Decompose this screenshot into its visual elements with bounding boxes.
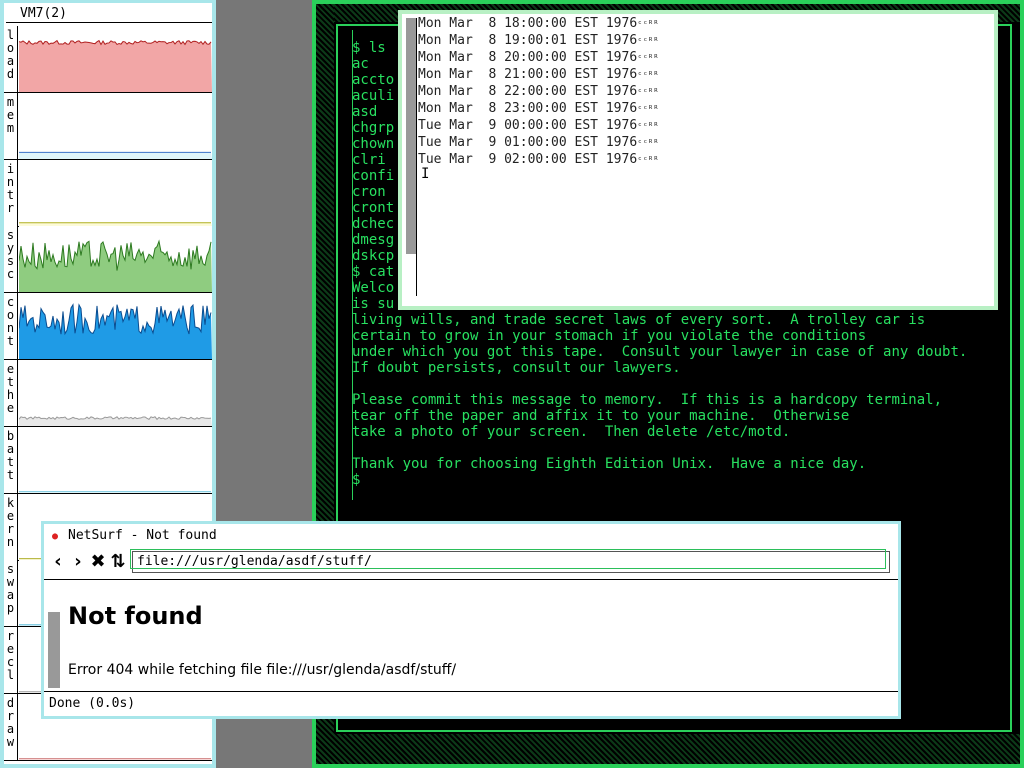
- carriage-return-glyph: ᶜᶜᴿᴿ: [637, 139, 659, 149]
- date-scrollbar[interactable]: [406, 18, 417, 296]
- carriage-return-glyph: ᶜᶜᴿᴿ: [637, 37, 659, 47]
- carriage-return-glyph: ᶜᶜᴿᴿ: [637, 105, 659, 115]
- stat-row-cont: cont: [4, 293, 212, 361]
- text-cursor-icon: I: [421, 166, 430, 182]
- carriage-return-glyph: ᶜᶜᴿᴿ: [637, 20, 659, 30]
- netsurf-title: NetSurf - Not found: [68, 528, 217, 543]
- terminal-line: under which you got this tape. Consult y…: [352, 344, 968, 360]
- date-line: Mon Mar 8 23:00:00 EST 1976ᶜᶜᴿᴿ: [418, 101, 659, 116]
- page-scroll-thumb[interactable]: [48, 612, 60, 688]
- date-line: Mon Mar 8 19:00:01 EST 1976ᶜᶜᴿᴿ: [418, 33, 659, 48]
- netsurf-titlebar[interactable]: ● NetSurf - Not found: [46, 526, 896, 546]
- date-line: Mon Mar 8 22:00:00 EST 1976ᶜᶜᴿᴿ: [418, 84, 659, 99]
- date-line: Mon Mar 8 20:00:00 EST 1976ᶜᶜᴿᴿ: [418, 50, 659, 65]
- stat-area: [19, 304, 212, 360]
- stat-label: ethe: [4, 360, 18, 426]
- date-line: Tue Mar 9 00:00:00 EST 1976ᶜᶜᴿᴿ: [418, 118, 659, 133]
- carriage-return-glyph: ᶜᶜᴿᴿ: [637, 71, 659, 81]
- stat-sparkline: [19, 221, 212, 226]
- page-content[interactable]: Not found Error 404 while fetching file …: [44, 580, 898, 690]
- terminal-line: Please commit this message to memory. If…: [352, 392, 943, 408]
- stat-label: cont: [4, 293, 18, 360]
- stat-graph: [19, 293, 212, 360]
- date-line: Mon Mar 8 18:00:00 EST 1976ᶜᶜᴿᴿ: [418, 16, 659, 31]
- terminal-border-bottom: [316, 734, 1020, 764]
- date-window[interactable]: Mon Mar 8 18:00:00 EST 1976ᶜᶜᴿᴿ Mon Mar 8…: [398, 10, 998, 310]
- carriage-return-glyph: ᶜᶜᴿᴿ: [637, 122, 659, 132]
- netsurf-window[interactable]: ● NetSurf - Not found ‹ › ✖ ⇅ file:///usr/gl…: [41, 521, 901, 719]
- carriage-return-glyph: ᶜᶜᴿᴿ: [637, 54, 659, 64]
- stat-label: batt: [4, 426, 18, 493]
- stat-area: [19, 152, 212, 159]
- date-scroll-thumb[interactable]: [406, 18, 416, 254]
- terminal-line: living wills, and trade secret laws of e…: [352, 312, 926, 328]
- date-line: Mon Mar 8 21:00:00 EST 1976ᶜᶜᴿᴿ: [418, 67, 659, 82]
- error-message: Error 404 while fetching file file:///us…: [68, 662, 457, 678]
- date-line: Tue Mar 9 02:00:00 EST 1976ᶜᶜᴿᴿ: [418, 152, 659, 167]
- stat-label: recl: [4, 627, 18, 694]
- stat-label: kern: [4, 493, 18, 560]
- terminal-line: $: [352, 472, 361, 488]
- terminal-line: Thank you for choosing Eighth Edition Un…: [352, 456, 867, 472]
- stat-label: mem: [4, 92, 18, 159]
- carriage-return-glyph: ᶜᶜᴿᴿ: [637, 156, 659, 166]
- url-input[interactable]: file:///usr/glenda/asdf/stuff/: [130, 549, 890, 573]
- stat-sparkline: [19, 239, 212, 293]
- date-output: Mon Mar 8 18:00:00 EST 1976ᶜᶜᴿᴿ Mon Mar 8…: [418, 16, 659, 169]
- stat-label: sysc: [4, 226, 18, 293]
- terminal-line: tear off the paper and affix it to your …: [352, 408, 850, 424]
- back-icon[interactable]: ‹: [48, 550, 68, 574]
- stat-row-ethe: ethe: [4, 360, 212, 427]
- stat-sparkline: [19, 416, 212, 426]
- netsurf-logo-icon: ●: [52, 531, 59, 542]
- stat-sparkline: [19, 490, 212, 493]
- page-scrollbar[interactable]: [48, 584, 60, 688]
- date-line: Tue Mar 9 01:00:00 EST 1976ᶜᶜᴿᴿ: [418, 135, 659, 150]
- stat-label: swap: [4, 560, 18, 627]
- stat-graph: [19, 426, 212, 493]
- stat-row-mem: mem: [4, 92, 212, 160]
- reload-icon[interactable]: ⇅: [108, 550, 128, 574]
- stop-icon[interactable]: ✖: [88, 550, 108, 574]
- stat-row-load: load: [4, 26, 212, 93]
- stat-label: intr: [4, 159, 18, 226]
- stat-label: draw: [4, 694, 18, 760]
- status-divider: [44, 691, 898, 692]
- stat-sparkline: [19, 39, 212, 92]
- terminal-line: certain to grow in your stomach if you v…: [352, 328, 867, 344]
- stats-title: VM7(2): [6, 5, 212, 23]
- forward-icon[interactable]: ›: [68, 550, 88, 574]
- page-heading: Not found: [68, 602, 203, 630]
- terminal-line: If doubt persists, consult our lawyers.: [352, 360, 681, 376]
- stat-graph: [19, 26, 212, 92]
- carriage-return-glyph: ᶜᶜᴿᴿ: [637, 88, 659, 98]
- stat-graph: [19, 226, 212, 293]
- nav-toolbar: ‹ › ✖ ⇅: [48, 550, 138, 574]
- stat-sparkline: [19, 151, 212, 159]
- stat-graph: [19, 159, 212, 226]
- stat-label: load: [4, 26, 18, 92]
- stat-row-intr: intr: [4, 159, 212, 227]
- terminal-line: take a photo of your screen. Then delete…: [352, 424, 791, 440]
- stat-sparkline: [19, 303, 212, 360]
- status-bar: Done (0.0s): [49, 696, 136, 711]
- stat-area: [19, 40, 212, 92]
- stat-row-batt: batt: [4, 426, 212, 494]
- stat-row-sysc: sysc: [4, 226, 212, 294]
- stat-graph: [19, 360, 212, 426]
- stat-graph: [19, 92, 212, 159]
